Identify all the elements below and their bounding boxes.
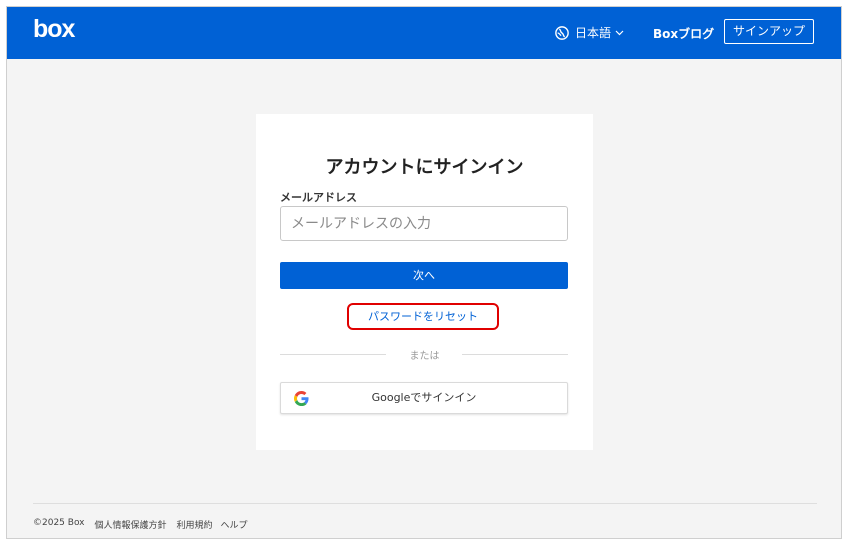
chevron-down-icon — [615, 28, 624, 39]
top-navigation-bar: box 日本語 Boxブログ サインアップ — [7, 7, 841, 59]
terms-link[interactable]: 利用規約 — [177, 518, 213, 531]
signin-card: アカウントにサインイン メールアドレス 次へ パスワードをリセット または Go… — [256, 114, 593, 450]
google-signin-label: Googleでサインイン — [371, 391, 477, 404]
language-label: 日本語 — [575, 26, 612, 40]
reset-password-link[interactable]: パスワードをリセット — [349, 305, 497, 328]
divider-right — [462, 354, 568, 355]
email-label: メールアドレス — [280, 191, 357, 204]
signup-button[interactable]: サインアップ — [724, 19, 814, 44]
footer-divider — [33, 503, 817, 504]
next-button[interactable]: 次へ — [280, 262, 568, 289]
box-logo[interactable]: box — [33, 15, 75, 44]
globe-icon — [555, 25, 569, 40]
email-field[interactable] — [280, 206, 568, 241]
reset-password-highlight: パスワードをリセット — [347, 303, 499, 330]
copyright-text: ©2025 Box — [33, 518, 85, 528]
google-signin-button[interactable]: Googleでサインイン — [280, 382, 568, 414]
blog-link[interactable]: Boxブログ — [653, 25, 714, 42]
footer: ©2025 Box 個人情報保護方針 利用規約 ヘルプ — [33, 518, 258, 531]
page-title: アカウントにサインイン — [325, 157, 524, 178]
language-selector[interactable]: 日本語 — [555, 24, 624, 41]
browser-frame: box 日本語 Boxブログ サインアップ アカウントにサインイン メールアドレ… — [6, 6, 842, 539]
privacy-policy-link[interactable]: 個人情報保護方針 — [95, 518, 167, 531]
help-link[interactable]: ヘルプ — [221, 518, 248, 531]
